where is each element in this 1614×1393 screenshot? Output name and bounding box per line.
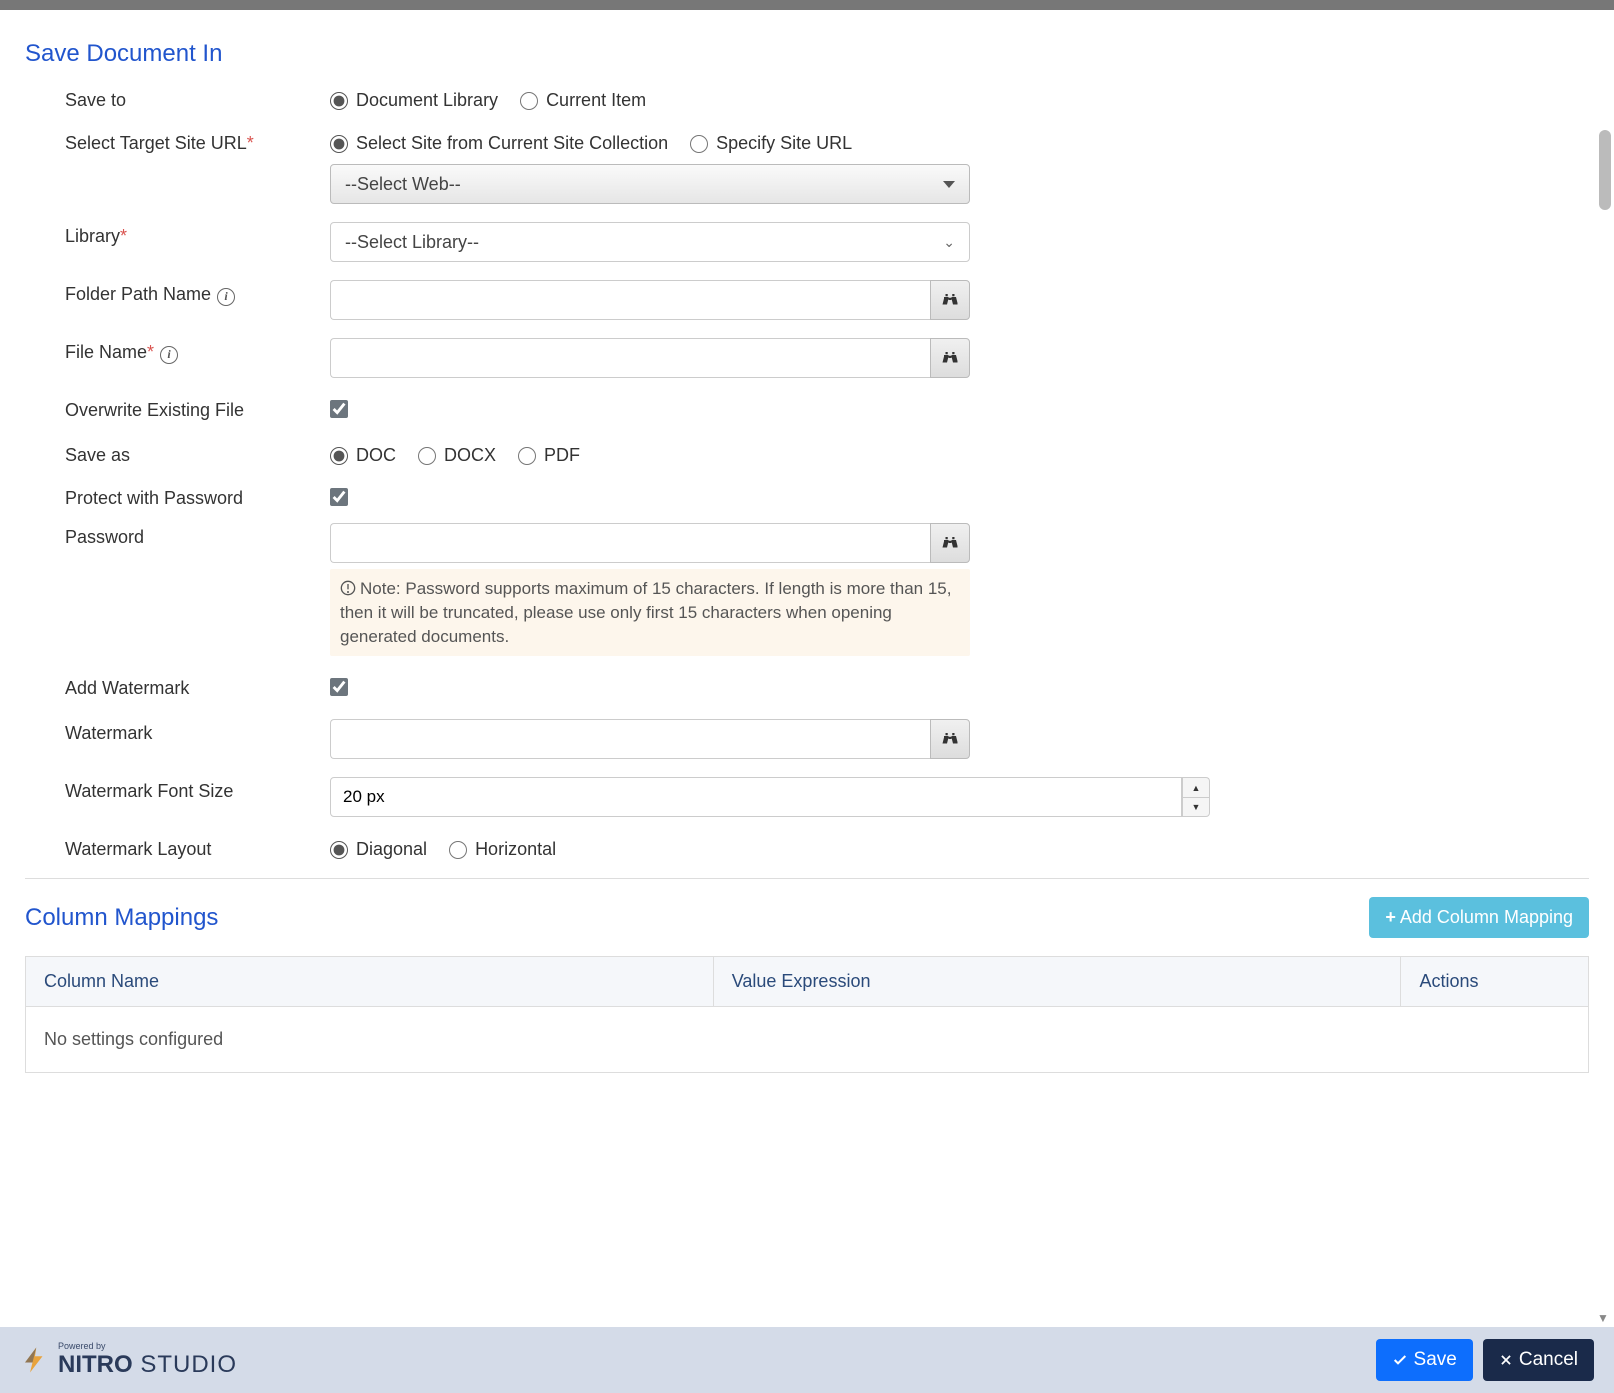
radio-select-from-collection[interactable]: Select Site from Current Site Collection [330,133,668,154]
close-icon [1499,1353,1513,1367]
radio-diagonal[interactable]: Diagonal [330,839,427,860]
info-icon[interactable]: i [160,346,178,364]
binoculars-icon [941,349,959,367]
password-note: Note: Password supports maximum of 15 ch… [330,569,970,656]
plus-icon: + [1385,907,1396,928]
watermark-picker-button[interactable] [930,719,970,759]
file-name-picker-button[interactable] [930,338,970,378]
info-icon[interactable]: i [217,288,235,306]
footer-bar: Powered by NITRO STUDIO Save Cancel [0,1327,1614,1393]
save-button[interactable]: Save [1376,1339,1473,1381]
section-column-mappings-title: Column Mappings [25,904,218,932]
section-divider [25,878,1589,879]
select-library-dropdown[interactable]: --Select Library-- ⌄ [330,222,970,262]
scrollbar[interactable]: ▼ [1599,0,1611,1323]
radio-specify-url[interactable]: Specify Site URL [690,133,852,154]
add-watermark-checkbox[interactable] [330,678,348,696]
radio-document-library[interactable]: Document Library [330,90,498,111]
watermark-input[interactable] [330,719,930,759]
label-overwrite: Overwrite Existing File [65,396,330,421]
label-library: Library* [65,222,330,247]
label-target-url: Select Target Site URL* [65,129,330,154]
radio-doc[interactable]: DOC [330,445,396,466]
label-file-name: File Name*i [65,338,330,364]
table-empty-message: No settings configured [26,1007,1589,1073]
check-icon [1392,1352,1408,1368]
binoculars-icon [941,291,959,309]
logo-icon [20,1345,50,1375]
warning-icon [340,580,356,596]
label-password: Password [65,523,330,548]
label-wm-font-size: Watermark Font Size [65,777,330,802]
th-value-expression: Value Expression [713,957,1401,1007]
cancel-button[interactable]: Cancel [1483,1339,1594,1381]
radio-docx[interactable]: DOCX [418,445,496,466]
password-input[interactable] [330,523,930,563]
file-name-input[interactable] [330,338,930,378]
font-size-up-button[interactable]: ▲ [1182,777,1210,797]
folder-path-input[interactable] [330,280,930,320]
binoculars-icon [941,534,959,552]
radio-current-item[interactable]: Current Item [520,90,646,111]
label-folder-path: Folder Path Namei [65,280,330,306]
font-size-input[interactable] [330,777,1182,817]
label-watermark: Watermark [65,719,330,744]
protect-checkbox[interactable] [330,488,348,506]
label-add-watermark: Add Watermark [65,674,330,699]
column-mappings-table: Column Name Value Expression Actions No … [25,956,1589,1073]
overwrite-checkbox[interactable] [330,400,348,418]
th-actions: Actions [1401,957,1589,1007]
window-top-bar [0,0,1614,10]
label-save-to: Save to [65,86,330,111]
label-save-as: Save as [65,441,330,466]
font-size-down-button[interactable]: ▼ [1182,797,1210,818]
password-picker-button[interactable] [930,523,970,563]
add-column-mapping-button[interactable]: +Add Column Mapping [1369,897,1589,938]
radio-horizontal[interactable]: Horizontal [449,839,556,860]
scroll-down-icon[interactable]: ▼ [1597,1311,1611,1325]
chevron-down-icon: ⌄ [943,234,955,251]
select-web-dropdown[interactable]: --Select Web-- [330,164,970,204]
th-column-name: Column Name [26,957,714,1007]
folder-path-picker-button[interactable] [930,280,970,320]
section-save-doc-title: Save Document In [25,40,1589,68]
scroll-thumb[interactable] [1599,130,1611,210]
label-wm-layout: Watermark Layout [65,835,330,860]
binoculars-icon [941,730,959,748]
radio-pdf[interactable]: PDF [518,445,580,466]
label-protect: Protect with Password [65,484,330,509]
nitro-studio-logo: Powered by NITRO STUDIO [20,1342,237,1379]
caret-down-icon [943,181,955,188]
